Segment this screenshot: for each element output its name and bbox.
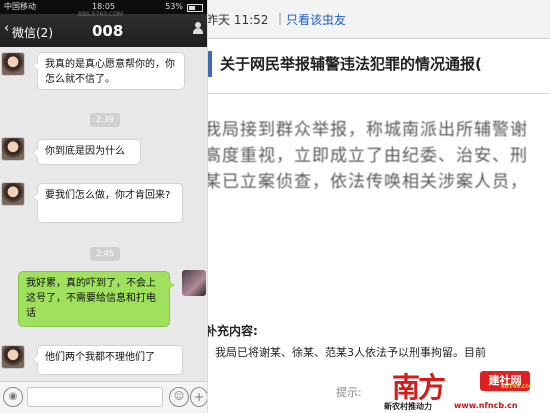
post-time: 昨天 11:52: [207, 13, 269, 27]
back-button[interactable]: 微信(2): [12, 24, 53, 41]
chat-nav-bar: ‹ 微信(2) 008: [0, 14, 207, 47]
forum-post-panel: 昨天 11:52 | 只看该虫友 关于网民举报辅警违法犯罪的情况通报( 我局接到…: [207, 0, 550, 413]
message-bubble-incoming[interactable]: 要我们怎么做，你才肯回来?: [32, 183, 183, 223]
my-avatar[interactable]: [182, 270, 206, 296]
chat-input-bar: ◉ ☺ +: [0, 381, 207, 413]
logo-slogan: 新农村推动力: [384, 402, 432, 411]
message-timestamp: 2:39: [90, 113, 120, 127]
chat-panel: 中国移动 18:05 53% ‹ 微信(2) 008 BBS.E763.COM …: [0, 0, 207, 413]
post-header: 昨天 11:52 | 只看该虫友: [208, 0, 550, 39]
battery-percent: 53%: [165, 2, 183, 11]
post-body-line: 某已立案侦查，依法传唤相关涉案人员，: [207, 172, 528, 192]
contact-avatar[interactable]: [1, 137, 25, 161]
header-separator: |: [278, 11, 283, 25]
message-timestamp: 2:45: [90, 247, 120, 261]
post-body-line: 我局接到群众举报，称城南派出所辅警谢: [207, 120, 528, 140]
message-bubble-incoming[interactable]: 我真的是真心愿意帮你的，你怎么就不信了。: [32, 52, 185, 90]
voice-input-icon[interactable]: ◉: [3, 387, 23, 407]
brand-logo-text: 南方: [392, 371, 446, 404]
message-bubble-incoming[interactable]: 他们两个我都不理他们了: [32, 345, 183, 375]
add-attachment-icon[interactable]: +: [190, 387, 207, 407]
title-accent-bar: [208, 51, 212, 77]
site-watermark-logo: 南方 建社网 88148.com 新农村推动力 www.nfncb.cn: [384, 368, 550, 413]
battery-icon: [187, 4, 203, 12]
divider: [208, 93, 550, 94]
message-bubble-incoming[interactable]: 你到底是因为什么: [32, 139, 141, 165]
emoji-icon[interactable]: ☺: [169, 387, 189, 407]
supplement-text: 我局已将谢某、徐某、范某3人依法予以刑事拘留。目前: [215, 346, 486, 359]
supplement-heading: 补充内容:: [207, 324, 258, 338]
message-bubble-outgoing[interactable]: 我好累，真的吓到了，不会上这号了，不需要给信息和打电话: [18, 271, 175, 327]
forum-watermark: BBS.E763.COM: [78, 11, 124, 18]
contact-avatar[interactable]: [1, 345, 25, 369]
hint-label: 提示:: [336, 386, 362, 399]
carrier-label: 中国移动: [4, 2, 36, 11]
message-input[interactable]: [27, 387, 163, 407]
back-chevron-icon[interactable]: ‹: [4, 21, 9, 36]
chat-title: 008: [92, 22, 124, 40]
logo-url: www.nfncb.cn: [454, 401, 518, 410]
contact-avatar[interactable]: [1, 52, 25, 76]
post-body-line: 高度重视，立即成立了由纪委、治安、刑: [207, 146, 528, 166]
site-logo-subtext: 88148.com: [501, 383, 535, 390]
contact-avatar[interactable]: [1, 182, 25, 206]
author-only-link[interactable]: 只看该虫友: [286, 11, 346, 28]
contact-profile-icon[interactable]: [193, 22, 203, 34]
post-title: 关于网民举报辅警违法犯罪的情况通报(: [220, 55, 482, 73]
